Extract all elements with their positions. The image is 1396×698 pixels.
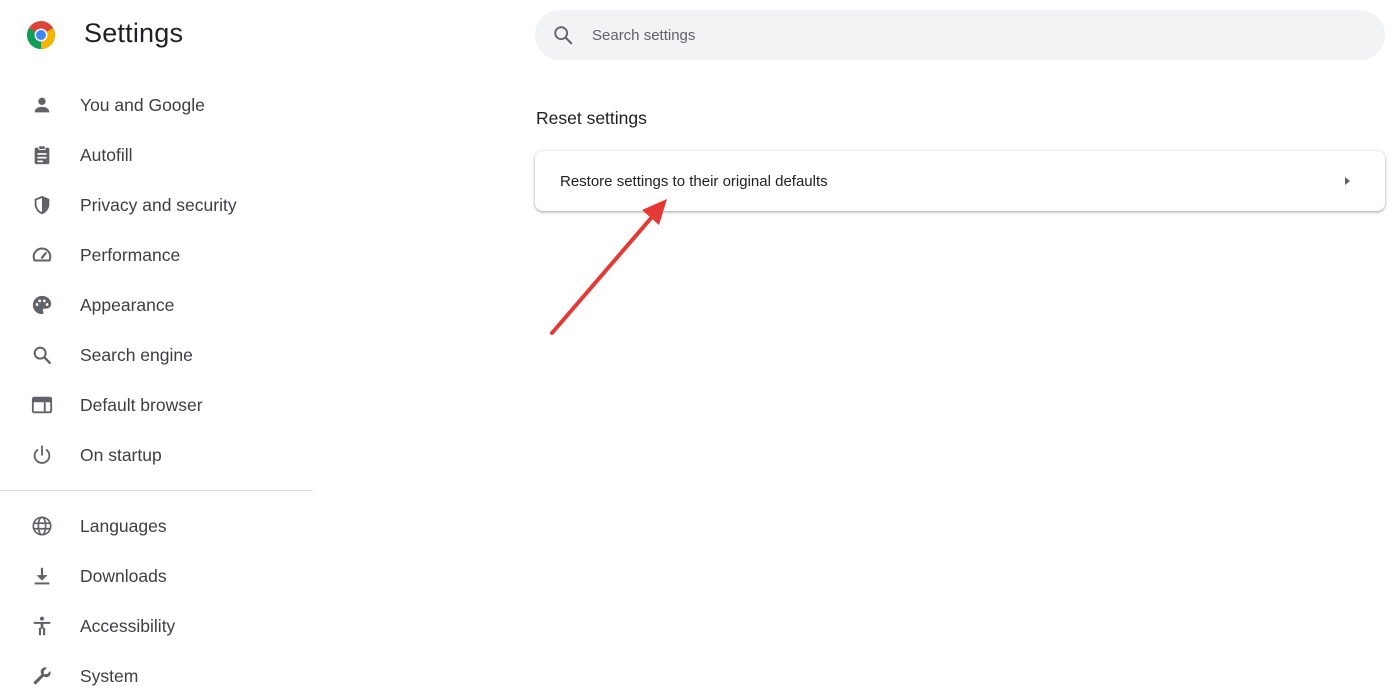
sidebar-item-label: Performance xyxy=(80,244,181,265)
sidebar-item-label: You and Google xyxy=(80,94,205,115)
sidebar-item-languages[interactable]: Languages xyxy=(0,501,313,551)
section-title: Reset settings xyxy=(536,108,647,128)
sidebar-item-system[interactable]: System xyxy=(0,651,313,698)
palette-icon xyxy=(32,295,52,315)
sidebar-item-appearance[interactable]: Appearance xyxy=(0,280,313,330)
globe-icon xyxy=(32,516,52,536)
sidebar-item-label: Default browser xyxy=(80,394,203,415)
sidebar-item-default-browser[interactable]: Default browser xyxy=(0,380,313,430)
settings-page: Settings You and Google Autofill xyxy=(0,0,1396,698)
search-icon xyxy=(554,26,573,45)
sidebar-item-performance[interactable]: Performance xyxy=(0,230,313,280)
sidebar-item-label: Languages xyxy=(80,515,167,536)
sidebar-item-label: Appearance xyxy=(80,294,175,315)
sidebar-item-label: Autofill xyxy=(80,144,133,165)
restore-settings-label: Restore settings to their original defau… xyxy=(560,172,828,190)
power-icon xyxy=(33,445,51,464)
accessibility-icon xyxy=(33,616,51,636)
sidebar-item-label: Search engine xyxy=(80,344,193,365)
sidebar-item-label: System xyxy=(80,665,139,686)
sidebar-item-accessibility[interactable]: Accessibility xyxy=(0,601,313,651)
sidebar: You and Google Autofill Privacy and secu… xyxy=(0,80,313,698)
wrench-icon xyxy=(33,667,51,685)
page-title: Settings xyxy=(84,18,184,48)
chrome-logo-icon xyxy=(27,21,55,49)
chevron-right-icon xyxy=(1345,177,1350,185)
search-input[interactable] xyxy=(592,26,1292,44)
sidebar-item-on-startup[interactable]: On startup xyxy=(0,430,313,480)
sidebar-item-autofill[interactable]: Autofill xyxy=(0,130,313,180)
sidebar-item-search-engine[interactable]: Search engine xyxy=(0,330,313,380)
search-icon xyxy=(33,346,51,364)
sidebar-item-label: Accessibility xyxy=(80,615,176,636)
download-icon xyxy=(34,567,50,585)
sidebar-item-privacy-and-security[interactable]: Privacy and security xyxy=(0,180,313,230)
sidebar-item-label: Downloads xyxy=(80,565,167,586)
sidebar-item-you-and-google[interactable]: You and Google xyxy=(0,80,313,130)
speedometer-icon xyxy=(32,247,52,262)
person-icon xyxy=(34,97,50,113)
sidebar-item-downloads[interactable]: Downloads xyxy=(0,551,313,601)
browser-window-icon xyxy=(31,396,53,414)
annotation-arrow-icon xyxy=(550,199,667,335)
shield-icon xyxy=(34,195,50,215)
sidebar-item-label: On startup xyxy=(80,444,162,465)
search-bar[interactable] xyxy=(535,10,1385,60)
sidebar-divider xyxy=(0,490,313,491)
clipboard-icon xyxy=(34,145,50,165)
sidebar-item-label: Privacy and security xyxy=(80,194,237,215)
